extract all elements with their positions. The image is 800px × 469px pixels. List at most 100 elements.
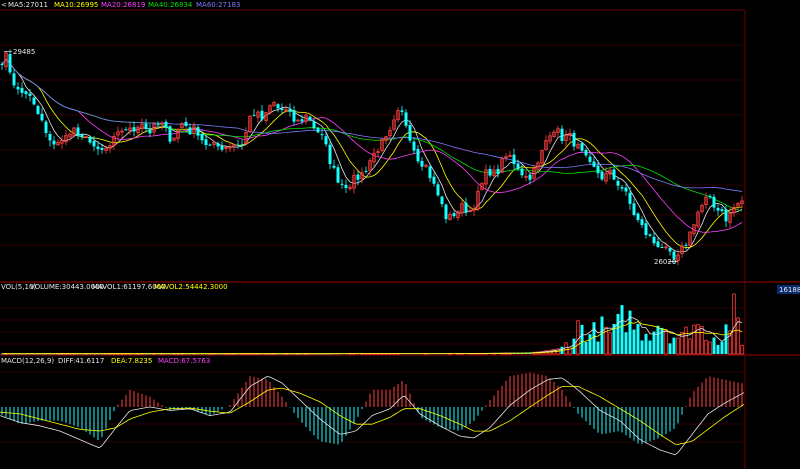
candle-body-down bbox=[404, 112, 408, 126]
volume-bar-down bbox=[720, 341, 724, 354]
candle-body-down bbox=[188, 127, 192, 135]
ma10-line bbox=[1, 58, 743, 249]
low-price-label: 26020 bbox=[654, 258, 676, 266]
volume-bar-up bbox=[700, 326, 704, 355]
diff-label: DIFF:41.6117 bbox=[58, 357, 104, 365]
candle-body-down bbox=[236, 144, 240, 146]
volume-bar-down bbox=[668, 343, 672, 354]
candle-body-down bbox=[32, 97, 36, 105]
volume-bar-down bbox=[572, 338, 576, 354]
candle-body-down bbox=[240, 144, 244, 146]
candle-body-down bbox=[560, 128, 564, 141]
back-arrow-icon[interactable]: < bbox=[1, 1, 7, 9]
volume-bar-down bbox=[592, 322, 596, 354]
candle-body-down bbox=[616, 180, 620, 186]
candle-body-down bbox=[520, 168, 524, 176]
volume-bar-down bbox=[636, 324, 640, 354]
volume-bar-up bbox=[568, 346, 572, 355]
candle-body-down bbox=[24, 91, 28, 94]
candle-body-down bbox=[200, 133, 204, 141]
candle-body-down bbox=[488, 169, 492, 176]
candle-body-down bbox=[336, 167, 340, 183]
candle-body-down bbox=[92, 141, 96, 147]
candle-body-down bbox=[708, 195, 712, 198]
candle-body-down bbox=[648, 234, 652, 236]
volume-bar-up bbox=[740, 344, 744, 355]
candle-body-down bbox=[644, 223, 648, 235]
candle-body-down bbox=[260, 110, 264, 120]
candle-body-down bbox=[640, 219, 644, 225]
candle-body-down bbox=[52, 140, 56, 145]
mavol2-label: MAVOL2:54442.3000 bbox=[154, 283, 228, 291]
volume-bar-down bbox=[620, 305, 624, 354]
price-grid bbox=[0, 44, 745, 246]
candle-body-down bbox=[292, 110, 296, 122]
volume-bars bbox=[0, 293, 744, 355]
candle-body-down bbox=[572, 133, 576, 147]
candle-body-down bbox=[220, 145, 224, 150]
candle-body-down bbox=[340, 183, 344, 185]
macd-indicator-label: MACD(12,26,9) bbox=[1, 357, 54, 365]
candle-body-down bbox=[148, 129, 152, 134]
candle-body-down bbox=[632, 203, 636, 215]
volume-bar-down bbox=[584, 342, 588, 354]
candle-body-down bbox=[20, 87, 24, 93]
candle-body-down bbox=[584, 150, 588, 156]
price-panel: < MA5:27011 MA10:26995 MA20:26819 MA40:2… bbox=[0, 1, 800, 283]
volume-bar-down bbox=[588, 334, 592, 354]
candle-body-down bbox=[44, 121, 48, 134]
candle-body-down bbox=[12, 73, 16, 86]
candle-body-down bbox=[400, 110, 404, 112]
candle-body-down bbox=[288, 109, 292, 112]
volume-bar-down bbox=[600, 316, 604, 354]
volume-header: VOL(5,10) VOLUME:30443.0000 MAVOL1:61197… bbox=[1, 283, 228, 291]
macd-value-label: MACD:67.5763 bbox=[158, 357, 210, 365]
candle-body-down bbox=[720, 209, 724, 212]
candle-body-down bbox=[580, 143, 584, 151]
candle-body-down bbox=[332, 165, 336, 168]
price-header: < MA5:27011 MA10:26995 MA20:26819 MA40:2… bbox=[1, 1, 240, 9]
volume-bar-down bbox=[712, 337, 716, 354]
candle-body-down bbox=[588, 156, 592, 162]
volume-bar-up bbox=[680, 331, 684, 355]
candle-body-down bbox=[320, 134, 324, 136]
candle-body-down bbox=[496, 168, 500, 174]
volume-panel: VOL(5,10) VOLUME:30443.0000 MAVOL1:61197… bbox=[0, 282, 800, 356]
candle-body-down bbox=[356, 174, 360, 180]
dea-label: DEA:7.8235 bbox=[111, 357, 152, 365]
candlesticks bbox=[0, 49, 744, 266]
ma20-label: MA20:26819 bbox=[101, 1, 145, 9]
candle-body-down bbox=[620, 187, 624, 189]
macd-header: MACD(12,26,9) DIFF:41.6117 DEA:7.8235 MA… bbox=[1, 357, 210, 365]
candle-body-down bbox=[628, 192, 632, 204]
candle-body-down bbox=[596, 165, 600, 174]
candle-body-down bbox=[316, 127, 320, 133]
candle-body-down bbox=[600, 171, 604, 180]
macd-panel: MACD(12,26,9) DIFF:41.6117 DEA:7.8235 MA… bbox=[0, 355, 746, 469]
volume-bar-down bbox=[648, 340, 652, 354]
volume-bar-down bbox=[672, 337, 676, 354]
moving-average-lines bbox=[1, 58, 743, 253]
candle-body-down bbox=[716, 207, 720, 211]
candle-body-down bbox=[36, 105, 40, 115]
candle-body-down bbox=[364, 170, 368, 172]
candle-body-down bbox=[8, 54, 12, 73]
macd-lines bbox=[0, 376, 745, 456]
candle-body-down bbox=[512, 154, 516, 165]
candle-body-down bbox=[592, 161, 596, 167]
candle-body-down bbox=[612, 169, 616, 180]
candle-body-down bbox=[312, 121, 316, 129]
volume-bar-down bbox=[580, 324, 584, 354]
volume-bar-down bbox=[624, 332, 628, 354]
volume-bar-up bbox=[576, 320, 580, 355]
ma10-label: MA10:26995 bbox=[54, 1, 98, 9]
candle-body-down bbox=[0, 64, 4, 66]
volume-bar-down bbox=[640, 340, 644, 354]
candle-body-down bbox=[428, 166, 432, 179]
candle-body-down bbox=[684, 244, 688, 246]
volume-bar-down bbox=[632, 329, 636, 354]
candle-body-down bbox=[100, 147, 104, 150]
candle-body-down bbox=[328, 144, 332, 165]
candle-body-down bbox=[660, 247, 664, 249]
candle-body-down bbox=[28, 93, 32, 96]
